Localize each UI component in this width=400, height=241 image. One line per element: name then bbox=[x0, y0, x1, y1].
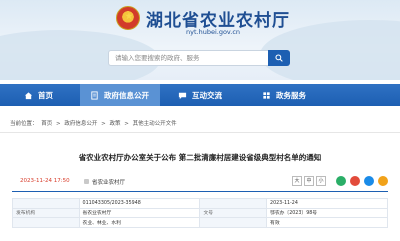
national-emblem-icon bbox=[116, 6, 140, 30]
document-info-table: 011043305/2023-35948 2023-11-24 发布机构 省农业… bbox=[12, 198, 388, 228]
qq-share-icon[interactable] bbox=[364, 176, 374, 186]
breadcrumb-link-policy[interactable]: 政策 bbox=[110, 121, 121, 127]
info-label bbox=[199, 217, 268, 228]
search-input[interactable]: 请输入您要搜索的政府、服务 bbox=[108, 50, 290, 66]
breadcrumb-separator: > bbox=[101, 121, 106, 127]
search-button[interactable] bbox=[268, 50, 290, 66]
info-label: 发布机构 bbox=[12, 207, 80, 218]
font-size-large-button[interactable]: 大 bbox=[292, 176, 302, 186]
breadcrumb-separator: > bbox=[56, 121, 61, 127]
main-nav: 首页 政府信息公开 互动交流 政务服务 bbox=[0, 84, 400, 106]
table-row: 发布机构 省农业农村厅 文号 鄂农办〔2023〕98号 bbox=[12, 207, 388, 218]
breadcrumb-link-home[interactable]: 首页 bbox=[41, 121, 52, 127]
breadcrumb-prefix: 当前位置： bbox=[10, 121, 38, 127]
info-label: 文号 bbox=[199, 207, 268, 218]
divider bbox=[0, 132, 400, 133]
nav-label: 首页 bbox=[38, 90, 53, 100]
table-row: 011043305/2023-35948 2023-11-24 bbox=[12, 198, 388, 209]
divider bbox=[12, 191, 388, 192]
qzone-share-icon[interactable] bbox=[378, 176, 388, 186]
info-value: 2023-11-24 bbox=[266, 198, 388, 209]
nav-item-gov-info[interactable]: 政府信息公开 bbox=[80, 84, 160, 106]
breadcrumb-separator: > bbox=[124, 121, 129, 127]
article-source: 省农业农村厅 bbox=[84, 178, 125, 186]
font-size-medium-button[interactable]: 中 bbox=[304, 176, 314, 186]
nav-label: 互动交流 bbox=[192, 90, 222, 100]
site-domain: nyt.hubei.gov.cn bbox=[186, 28, 241, 36]
nav-item-service[interactable]: 政务服务 bbox=[262, 84, 306, 106]
nav-label: 政务服务 bbox=[276, 90, 306, 100]
breadcrumb-link-other-files[interactable]: 其他主动公开文件 bbox=[133, 121, 177, 127]
article-title: 省农业农村厅办公室关于公布 第二批清廉村居建设省级典型村名单的通知 bbox=[78, 153, 322, 162]
info-value: 011043305/2023-35948 bbox=[78, 198, 201, 209]
weibo-share-icon[interactable] bbox=[350, 176, 360, 186]
info-label bbox=[199, 198, 268, 209]
info-label bbox=[12, 198, 80, 209]
font-size-small-button[interactable]: 小 bbox=[316, 176, 326, 186]
info-value: 有效 bbox=[266, 217, 388, 228]
search-icon bbox=[275, 54, 283, 62]
info-value: 省农业农村厅 bbox=[78, 207, 201, 218]
publish-date: 2023-11-24 17:50 bbox=[20, 178, 70, 184]
nav-label: 政府信息公开 bbox=[104, 90, 149, 100]
document-icon bbox=[91, 90, 98, 100]
info-label bbox=[12, 217, 80, 228]
nav-item-home[interactable]: 首页 bbox=[24, 84, 53, 106]
home-icon bbox=[24, 91, 33, 99]
wechat-share-icon[interactable] bbox=[336, 176, 346, 186]
article-meta: 2023-11-24 17:50 省农业农村厅 大 中 小 bbox=[12, 176, 388, 188]
info-value: 鄂农办〔2023〕98号 bbox=[266, 207, 388, 218]
breadcrumb: 当前位置： 首页 > 政府信息公开 > 政策 > 其他主动公开文件 bbox=[10, 119, 179, 127]
table-row: 农业、林业、水利 有效 bbox=[12, 217, 388, 228]
chat-icon bbox=[178, 92, 187, 99]
nav-item-interaction[interactable]: 互动交流 bbox=[178, 84, 222, 106]
breadcrumb-link-gov-info[interactable]: 政府信息公开 bbox=[64, 121, 97, 127]
service-icon bbox=[263, 91, 270, 99]
site-header: 湖北省农业农村厅 nyt.hubei.gov.cn 请输入您要搜索的政府、服务 bbox=[0, 0, 400, 80]
info-value: 农业、林业、水利 bbox=[78, 217, 201, 228]
